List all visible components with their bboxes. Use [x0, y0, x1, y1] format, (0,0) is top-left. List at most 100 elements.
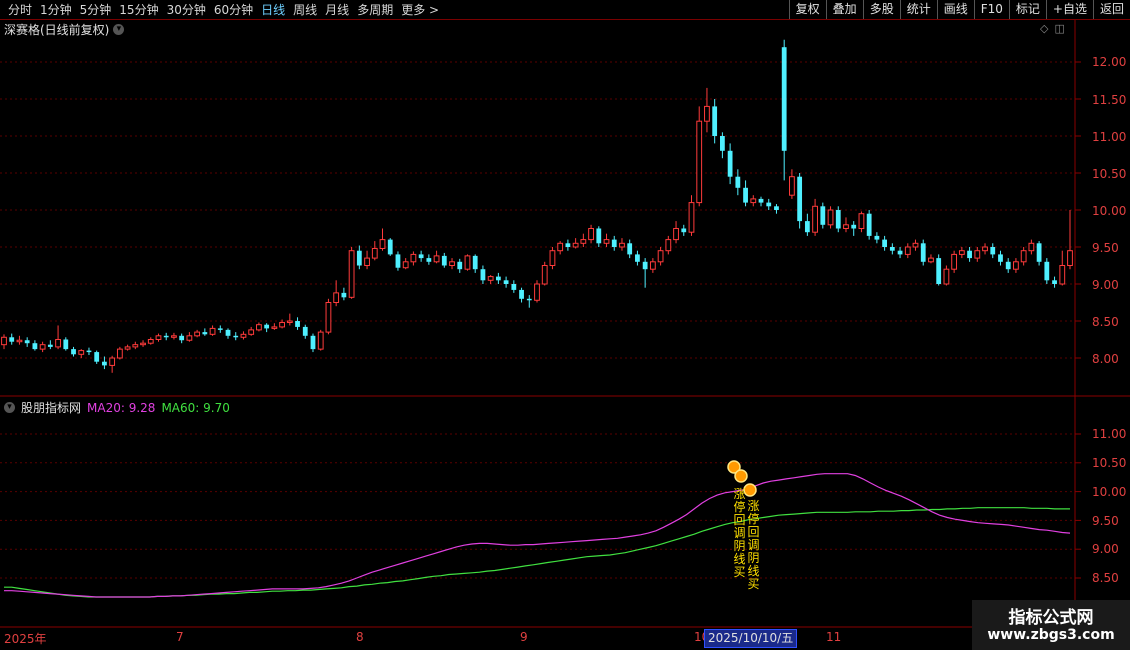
- candle-body: [897, 250, 903, 255]
- candle-body: [1005, 261, 1011, 270]
- f10-button[interactable]: F10: [973, 0, 1009, 19]
- candle-body: [47, 344, 53, 347]
- candle-body: [781, 47, 787, 151]
- tab-fenshi[interactable]: 分时: [4, 1, 36, 18]
- candle-body: [1036, 243, 1042, 262]
- tab-multi-period[interactable]: 多周期: [353, 1, 397, 18]
- chevron-down-icon[interactable]: ▾: [4, 402, 15, 413]
- candle-body: [649, 261, 656, 270]
- candle-body: [387, 239, 393, 255]
- indicator-tick: 9.00: [1092, 542, 1119, 556]
- candle-body: [102, 361, 107, 366]
- candle-body: [750, 198, 757, 204]
- tab-5min[interactable]: 5分钟: [76, 1, 116, 18]
- overlay-button[interactable]: 叠加: [825, 0, 863, 19]
- candle-body: [812, 205, 818, 233]
- candle-body: [1059, 265, 1066, 285]
- candle-body: [519, 289, 524, 299]
- candle-body: [727, 150, 733, 177]
- tab-15min[interactable]: 15分钟: [115, 1, 162, 18]
- price-tick: 9.00: [1092, 278, 1119, 292]
- candle-body: [209, 327, 216, 335]
- candle-body: [557, 242, 564, 252]
- tab-monthly[interactable]: 月线: [321, 1, 353, 18]
- candle-body: [882, 239, 888, 247]
- candle-body: [86, 350, 92, 353]
- candle-body: [642, 261, 648, 270]
- tab-more[interactable]: 更多 >: [397, 1, 443, 18]
- candle-body: [858, 213, 865, 229]
- date-label: 7: [176, 630, 184, 644]
- back-button[interactable]: 返回: [1092, 0, 1130, 19]
- kline-chart: [0, 20, 1130, 628]
- tab-daily[interactable]: 日线: [257, 1, 289, 18]
- candle-body: [317, 331, 324, 350]
- tab-30min[interactable]: 30分钟: [163, 1, 210, 18]
- date-label: 8: [356, 630, 364, 644]
- candle-body: [302, 326, 308, 336]
- panel-toggle-icon[interactable]: ◫: [1054, 22, 1064, 35]
- candle-body: [827, 209, 834, 226]
- candle-body: [549, 250, 556, 266]
- candle-body: [279, 321, 285, 328]
- restore-rights-button[interactable]: 复权: [788, 0, 826, 19]
- chevron-down-icon[interactable]: ▾: [113, 24, 125, 35]
- diamond-icon[interactable]: ◇: [1040, 22, 1048, 35]
- candle-body: [920, 243, 926, 262]
- candle-body: [1, 336, 7, 346]
- tab-60min[interactable]: 60分钟: [210, 1, 257, 18]
- watermark-title: 指标公式网: [1008, 608, 1094, 628]
- draw-line-button[interactable]: 画线: [936, 0, 974, 19]
- statistics-button[interactable]: 统计: [899, 0, 937, 19]
- candle-body: [835, 210, 841, 229]
- candle-body: [55, 339, 61, 348]
- candle-body: [426, 258, 432, 262]
- indicator-tick: 10.00: [1092, 485, 1127, 499]
- candle-body: [990, 247, 996, 255]
- candle-body: [572, 242, 579, 248]
- candle-body: [619, 242, 625, 248]
- candle-body: [132, 344, 139, 348]
- candle-body: [851, 224, 857, 229]
- price-tick: 12.00: [1092, 55, 1127, 69]
- stock-title[interactable]: 深赛格(日线前复权) ▾: [4, 21, 125, 38]
- candle-body: [371, 247, 378, 259]
- candle-body: [39, 344, 46, 350]
- multi-stock-button[interactable]: 多股: [862, 0, 900, 19]
- watermark-url: www.zbgs3.com: [987, 627, 1115, 643]
- candle-body: [147, 339, 154, 344]
- candle-body: [217, 328, 223, 330]
- candle-body: [758, 198, 764, 203]
- price-tick: 10.00: [1092, 204, 1127, 218]
- candle-body: [116, 348, 123, 359]
- tab-1min[interactable]: 1分钟: [36, 1, 76, 18]
- watermark: 指标公式网 www.zbgs3.com: [972, 600, 1130, 650]
- candle-body: [804, 221, 810, 233]
- date-label: 2025年: [4, 632, 47, 646]
- ma60-line: [4, 507, 1070, 598]
- candle-body: [464, 255, 471, 270]
- candle-body: [611, 239, 617, 247]
- candle-body: [256, 324, 262, 331]
- candle-body: [541, 265, 548, 285]
- mark-button[interactable]: 标记: [1008, 0, 1046, 19]
- add-watchlist-button[interactable]: +自选: [1045, 0, 1093, 19]
- candle-body: [912, 242, 919, 248]
- candle-body: [789, 176, 795, 196]
- candle-body: [16, 339, 23, 343]
- candle-body: [264, 324, 270, 329]
- period-tabs: 分时 1分钟 5分钟 15分钟 30分钟 60分钟 日线 周线 月线 多周期 更…: [4, 0, 443, 19]
- date-label: 9: [520, 630, 528, 644]
- candle-body: [967, 250, 972, 259]
- candle-body: [341, 292, 347, 298]
- candle-body: [94, 352, 100, 362]
- candle-body: [943, 268, 950, 285]
- candle-body: [78, 350, 85, 355]
- candle-body: [457, 261, 463, 270]
- indicator-name[interactable]: 股朋指标网: [21, 399, 81, 416]
- candle-body: [225, 329, 231, 336]
- panel-corner-icons: ◇ ◫: [1040, 22, 1065, 35]
- action-buttons: 复权 叠加 多股 统计 画线 F10 标记 +自选 返回: [788, 0, 1130, 19]
- tab-weekly[interactable]: 周线: [289, 1, 321, 18]
- candle-body: [1044, 261, 1050, 281]
